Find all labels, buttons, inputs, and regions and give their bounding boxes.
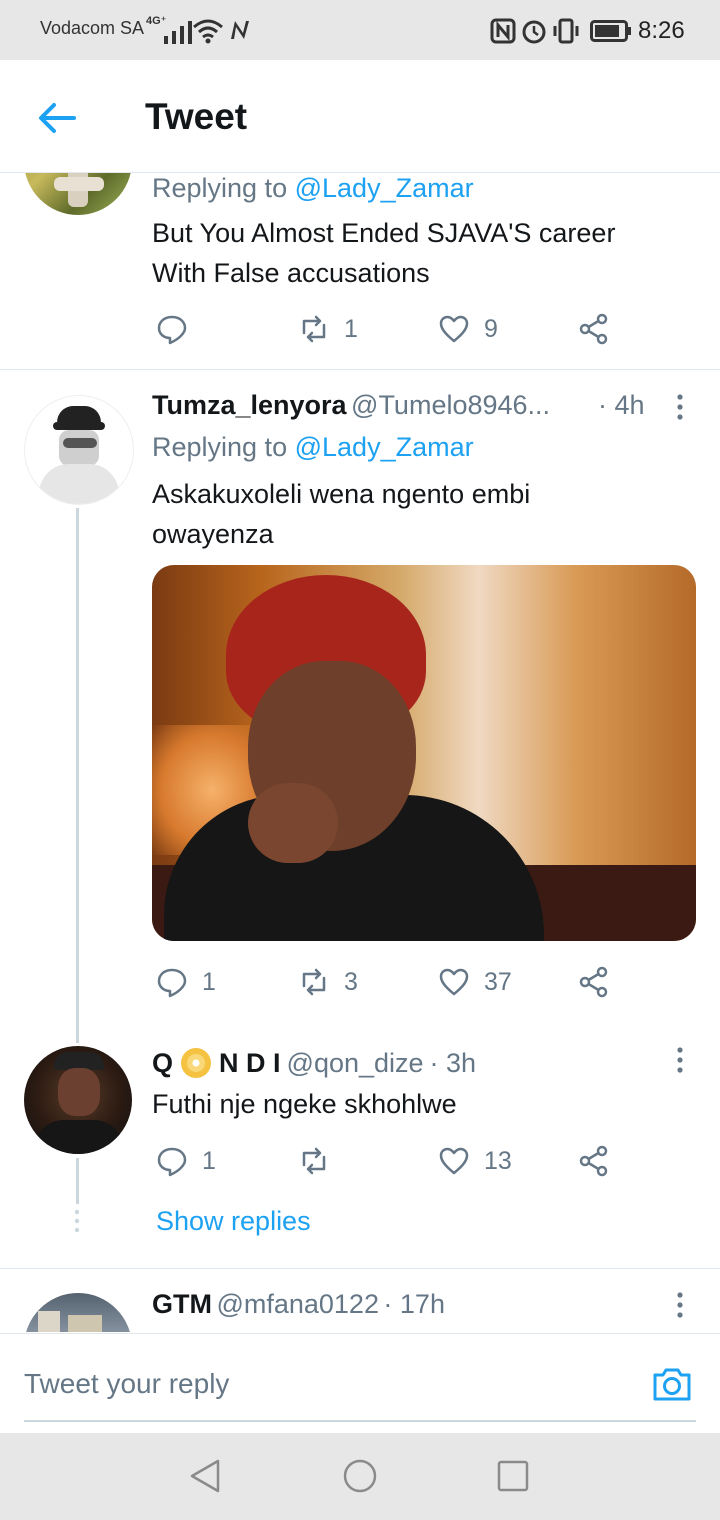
reply-action[interactable]: 1 [156, 1145, 216, 1177]
handle[interactable]: @Tumelo8946... [351, 390, 550, 420]
battery-icon [590, 20, 631, 42]
more-vertical-icon[interactable] [670, 393, 690, 423]
reply-input[interactable]: Tweet your reply [24, 1368, 229, 1400]
share-icon [579, 313, 608, 345]
share-action[interactable] [578, 313, 610, 345]
heart-icon [439, 968, 469, 996]
timestamp: · 4h [598, 390, 645, 420]
tweet-text: Askakuxoleli wena ngento embi owayenza [152, 479, 531, 549]
reply-icon [157, 315, 187, 345]
more-vertical-icon[interactable] [670, 1291, 690, 1321]
nfc-icon [490, 18, 516, 44]
vibrate-icon [553, 18, 579, 44]
avatar[interactable] [24, 1293, 132, 1332]
thread-dots-icon [74, 1209, 80, 1233]
tweet-image[interactable] [152, 565, 696, 941]
tweet-4[interactable]: GTM @mfana0122 · 17h [0, 1269, 720, 1332]
back-nav-icon[interactable] [188, 1458, 222, 1494]
mention-link[interactable]: @Lady_Zamar [295, 432, 474, 462]
avatar[interactable] [24, 395, 134, 505]
display-name[interactable]: Tumza_lenyora [152, 390, 347, 420]
reply-icon [157, 1147, 187, 1177]
avatar[interactable] [24, 173, 132, 215]
more-vertical-icon[interactable] [670, 1046, 690, 1076]
heart-icon [439, 315, 469, 343]
like-action[interactable]: 13 [438, 1145, 512, 1177]
recents-nav-icon[interactable] [496, 1459, 530, 1493]
share-icon [579, 966, 608, 998]
replying-to: Replying to @Lady_Zamar [152, 173, 474, 203]
display-name[interactable]: N D I [219, 1048, 281, 1079]
retweet-icon [302, 1147, 326, 1175]
tweet-header: Q N D I @qon_dize · 3h [152, 1046, 476, 1080]
retweet-icon [302, 315, 326, 343]
avatar[interactable] [24, 1046, 132, 1154]
divider [0, 369, 720, 370]
display-name[interactable]: GTM [152, 1289, 212, 1319]
like-action[interactable]: 9 [438, 313, 498, 345]
show-replies-link[interactable]: Show replies [156, 1206, 311, 1237]
reply-action[interactable]: 1 [156, 966, 216, 998]
wifi-icon [193, 19, 223, 44]
arrow-left-icon[interactable] [34, 96, 78, 140]
tweet-1[interactable]: Replying to @Lady_Zamar But You Almost E… [0, 173, 720, 369]
timestamp: · 17h [383, 1289, 445, 1319]
reply-underline [24, 1420, 696, 1422]
display-name-q[interactable]: Q [152, 1048, 173, 1079]
clock: 8:26 [638, 17, 685, 44]
share-icon [579, 1145, 608, 1177]
tweet-text: Futhi nje ngeke skhohlwe [152, 1089, 457, 1119]
retweet-action[interactable] [298, 1145, 344, 1177]
handle[interactable]: @qon_dize [287, 1048, 424, 1079]
retweet-icon [302, 968, 326, 996]
thread-line [76, 1158, 79, 1204]
replying-to: Replying to @Lady_Zamar [152, 432, 474, 462]
share-action[interactable] [578, 966, 610, 998]
retweet-action[interactable]: 3 [298, 966, 358, 998]
tweet-header: GTM @mfana0122 · 17h [152, 1289, 445, 1320]
page-title: Tweet [145, 96, 248, 137]
camera-icon[interactable] [650, 1362, 694, 1406]
heart-icon [439, 1147, 469, 1175]
home-nav-icon[interactable] [342, 1458, 378, 1494]
handle[interactable]: @mfana0122 [216, 1289, 379, 1319]
timestamp: · 3h [429, 1047, 477, 1078]
cd-emoji-icon [181, 1048, 212, 1078]
reply-action[interactable] [156, 313, 202, 345]
share-action[interactable] [578, 1145, 610, 1177]
n-app-icon [231, 21, 249, 39]
alarm-icon [522, 20, 546, 44]
carrier-label: Vodacom SA [40, 18, 145, 38]
retweet-action[interactable]: 1 [298, 313, 358, 345]
signal-icon [164, 14, 192, 44]
tweet-header: Tumza_lenyora @Tumelo8946... [152, 390, 550, 421]
tweet-text: But You Almost Ended SJAVA'S career With… [152, 218, 616, 288]
mention-link[interactable]: @Lady_Zamar [295, 173, 474, 203]
reply-icon [157, 968, 187, 998]
header [0, 60, 720, 173]
thread-line [76, 508, 79, 1043]
like-action[interactable]: 37 [438, 966, 512, 998]
